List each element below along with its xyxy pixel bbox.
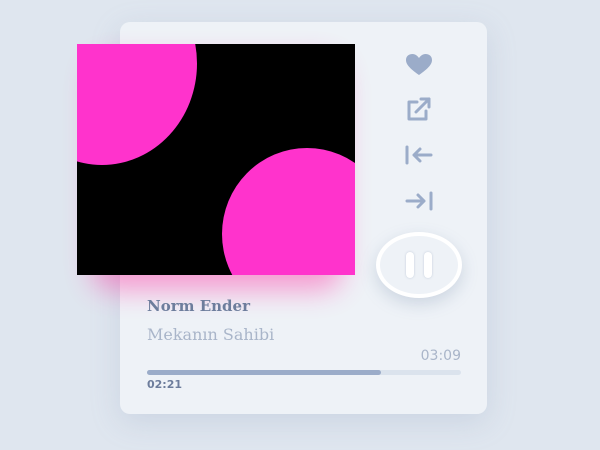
heart-icon	[406, 54, 432, 75]
track-artist: Mekanın Sahibi	[147, 325, 275, 344]
track-duration: 03:09	[420, 348, 461, 364]
skip-back-icon	[405, 145, 433, 165]
progress-bar[interactable]	[147, 370, 461, 375]
pause-icon	[406, 252, 414, 278]
share-button[interactable]	[400, 93, 438, 127]
elapsed-time: 02:21	[147, 378, 183, 391]
skip-forward-button[interactable]	[400, 184, 438, 218]
album-art	[77, 44, 355, 275]
album-art-shape	[77, 44, 197, 165]
album-art-shape	[222, 148, 355, 275]
track-title: Norm Ender	[147, 297, 250, 315]
skip-forward-icon	[405, 191, 433, 211]
share-external-icon	[407, 97, 431, 121]
progress-fill	[147, 370, 382, 375]
like-button[interactable]	[400, 48, 438, 82]
skip-back-button[interactable]	[400, 138, 438, 172]
pause-button[interactable]	[376, 232, 462, 298]
pause-icon	[424, 252, 432, 278]
